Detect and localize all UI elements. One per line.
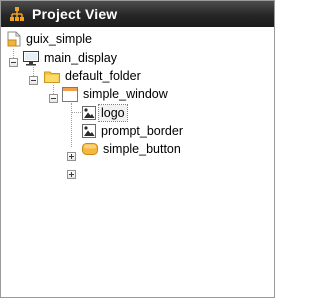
collapse-toggle-folder[interactable] bbox=[29, 76, 38, 85]
tree-node-folder[interactable]: default_folder bbox=[44, 67, 143, 85]
folder-label: default_folder bbox=[65, 69, 141, 83]
panel-header: Project View bbox=[1, 1, 274, 27]
tree-connector bbox=[71, 103, 72, 147]
expand-toggle-prompt-border[interactable] bbox=[67, 152, 76, 161]
prompt-border-label: prompt_border bbox=[101, 124, 183, 138]
window-label: simple_window bbox=[83, 87, 168, 101]
folder-icon bbox=[44, 70, 60, 83]
panel-title: Project View bbox=[32, 6, 118, 22]
button-icon bbox=[82, 143, 98, 155]
tree-node-logo[interactable]: logo bbox=[82, 104, 128, 122]
tree-node-window[interactable]: simple_window bbox=[62, 85, 170, 103]
tree-node-prompt-border[interactable]: prompt_border bbox=[82, 122, 185, 140]
project-tree[interactable]: guix_simple main_display default_folder … bbox=[1, 27, 274, 297]
collapse-toggle-window[interactable] bbox=[49, 94, 58, 103]
image-icon bbox=[82, 106, 96, 120]
display-label: main_display bbox=[44, 51, 117, 65]
image-icon bbox=[82, 124, 96, 138]
project-label: guix_simple bbox=[26, 32, 93, 46]
logo-label: logo bbox=[98, 104, 128, 122]
tree-node-display[interactable]: main_display bbox=[23, 49, 119, 67]
collapse-toggle-display[interactable] bbox=[9, 58, 18, 67]
tree-node-simple-button[interactable]: simple_button bbox=[82, 140, 183, 158]
simple-button-label: simple_button bbox=[103, 142, 181, 156]
monitor-icon bbox=[23, 50, 39, 66]
tree-node-project[interactable]: guix_simple bbox=[7, 30, 94, 48]
tree-connector bbox=[71, 112, 81, 113]
window-icon bbox=[62, 86, 78, 102]
project-view-panel: Project View guix_simple main_display de… bbox=[0, 0, 275, 298]
expand-toggle-simple-button[interactable] bbox=[67, 170, 76, 179]
project-icon bbox=[7, 31, 21, 47]
hierarchy-icon bbox=[8, 5, 26, 23]
